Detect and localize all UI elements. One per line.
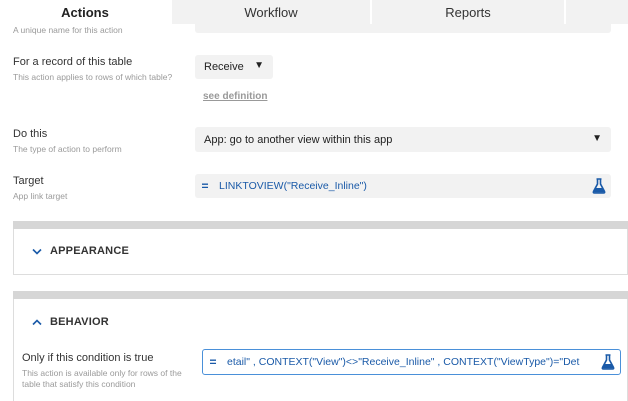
formula-equals-icon: =: [201, 179, 209, 193]
record-table-select[interactable]: Receive ▼: [195, 55, 273, 79]
tab-overflow[interactable]: [566, 0, 628, 24]
formula-equals-icon: =: [209, 355, 217, 369]
condition-expression-field[interactable]: = etail" , CONTEXT("View")<>"Receive_Inl…: [202, 349, 621, 375]
action-name-input[interactable]: [195, 24, 611, 33]
do-this-hint: The type of action to perform: [13, 144, 122, 154]
behavior-header[interactable]: BEHAVIOR: [30, 315, 109, 329]
target-label: Target: [13, 175, 44, 187]
chevron-down-icon: [30, 244, 44, 258]
tab-workflow[interactable]: Workflow: [172, 0, 372, 24]
caret-down-icon: ▼: [592, 133, 602, 144]
condition-label: Only if this condition is true: [22, 352, 154, 364]
record-table-hint: This action applies to rows of which tab…: [13, 72, 173, 82]
appearance-title: APPEARANCE: [50, 245, 130, 257]
flask-icon[interactable]: [589, 176, 609, 196]
do-this-label: Do this: [13, 128, 48, 140]
tab-actions[interactable]: Actions: [0, 0, 172, 24]
behavior-title: BEHAVIOR: [50, 316, 109, 328]
chevron-up-icon: [30, 315, 44, 329]
behavior-section-bar: [13, 291, 628, 299]
flask-icon[interactable]: [598, 352, 618, 372]
do-this-value: App: go to another view within this app: [204, 133, 393, 146]
appearance-section-bar: [13, 221, 628, 229]
appearance-header[interactable]: APPEARANCE: [30, 244, 129, 258]
action-name-hint: A unique name for this action: [13, 25, 123, 35]
target-expression: LINKTOVIEW("Receive_Inline"): [219, 180, 367, 192]
tab-reports[interactable]: Reports: [372, 0, 566, 24]
do-this-select[interactable]: App: go to another view within this app …: [195, 127, 611, 152]
record-table-value: Receive: [204, 61, 244, 73]
condition-hint: This action is available only for rows o…: [22, 368, 182, 389]
target-expression-field[interactable]: = LINKTOVIEW("Receive_Inline"): [195, 174, 611, 198]
tab-bar: Actions Workflow Reports: [0, 0, 628, 24]
see-definition-link[interactable]: see definition: [203, 91, 267, 102]
target-hint: App link target: [13, 191, 68, 201]
condition-expression: etail" , CONTEXT("View")<>"Receive_Inlin…: [227, 356, 580, 368]
record-table-label: For a record of this table: [13, 56, 133, 68]
caret-down-icon: ▼: [254, 60, 264, 71]
